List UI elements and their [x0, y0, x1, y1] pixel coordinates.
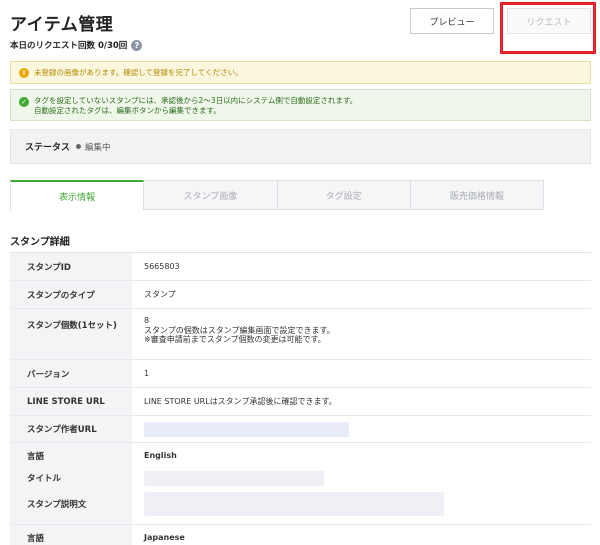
title-value: [144, 467, 591, 489]
sticker-id-value: 5665803: [144, 261, 180, 271]
table-row: スタンプのタイプ スタンプ: [10, 281, 591, 309]
info-notice-line2: 自動設定されたタグは、編集ボタンから編集できます。: [34, 106, 221, 115]
info-notice-text: タグを設定していないスタンプには、承認後から2〜3日以内にシステム側で自動設定さ…: [34, 96, 357, 116]
status-dot-icon: [76, 144, 82, 149]
table-row: バージョン 1: [10, 360, 591, 388]
status-value: 編集中: [85, 142, 111, 153]
sticker-count-note2: ※審査申請前までスタンプ個数の変更は可能です。: [144, 335, 326, 344]
table-row: 言語 Japanese: [10, 525, 591, 545]
check-circle-icon: ✓: [19, 97, 29, 107]
sticker-count-number: 8: [144, 316, 150, 325]
table-row: スタンプ個数(1セット) 8 スタンプの個数はスタンプ編集画面で設定できます。 …: [10, 309, 591, 360]
tab-bar: 表示情報 スタンプ画像 タグ設定 販売価格情報: [10, 180, 544, 210]
table-row: LINE STORE URL LINE STORE URLはスタンプ承認後に確認…: [10, 388, 591, 416]
lang-value-japanese: Japanese: [144, 532, 185, 542]
line-store-url-value: LINE STORE URLはスタンプ承認後に確認できます。: [144, 396, 337, 406]
page-title: アイテム管理: [10, 15, 114, 35]
status-label: ステータス: [25, 143, 71, 153]
row-label: スタンプ個数(1セット): [10, 309, 132, 359]
lang-label: 言語: [10, 525, 132, 545]
sticker-count-note1: スタンプの個数はスタンプ編集画面で設定できます。: [144, 325, 335, 335]
request-count: 本日のリクエスト回数 0/30回 ?: [10, 39, 143, 51]
tab-tag-settings[interactable]: タグ設定: [277, 180, 411, 210]
lang-value-english: English: [144, 451, 177, 461]
redacted-field: [144, 492, 444, 516]
warning-notice: ! 未登録の画像があります。確認して登録を完了してください。: [10, 61, 591, 84]
redacted-field: [144, 470, 324, 486]
redacted-field: [144, 421, 349, 437]
request-count-text: 本日のリクエスト回数 0/30回: [10, 41, 128, 51]
detail-table: スタンプID 5665803 スタンプのタイプ スタンプ スタンプ個数(1セット…: [10, 252, 591, 545]
title-label: タイトル: [27, 474, 62, 484]
preview-button[interactable]: プレビュー: [410, 8, 494, 34]
tab-sticker-images[interactable]: スタンプ画像: [144, 180, 278, 210]
question-circle-icon[interactable]: ?: [131, 39, 143, 51]
creator-url-value: [132, 416, 591, 442]
status-bar: ステータス 編集中: [10, 129, 591, 164]
table-row: 言語 タイトル スタンプ説明文 English: [10, 443, 591, 525]
row-label: LINE STORE URL: [10, 388, 132, 415]
description-label: スタンプ説明文: [27, 500, 87, 510]
english-labels: 言語 タイトル スタンプ説明文: [10, 443, 132, 524]
english-values: English: [132, 443, 591, 524]
tab-sales-price[interactable]: 販売価格情報: [410, 180, 544, 210]
warning-notice-text: 未登録の画像があります。確認して登録を完了してください。: [34, 67, 243, 77]
version-value: 1: [144, 368, 150, 378]
description-value: [144, 489, 591, 519]
table-row: スタンプID 5665803: [10, 253, 591, 281]
row-label: スタンプ作者URL: [10, 416, 132, 442]
info-notice-line1: タグを設定していないスタンプには、承認後から2〜3日以内にシステム側で自動設定さ…: [34, 96, 358, 105]
table-row: スタンプ作者URL: [10, 416, 591, 443]
row-label: バージョン: [10, 360, 132, 387]
section-title: スタンプ詳細: [10, 237, 70, 248]
highlight-annotation: [500, 2, 596, 54]
row-label: スタンプID: [10, 253, 132, 280]
info-notice: ✓ タグを設定していないスタンプには、承認後から2〜3日以内にシステム側で自動設…: [10, 89, 591, 121]
tab-display-info[interactable]: 表示情報: [10, 180, 145, 210]
lang-label: 言語: [27, 452, 45, 462]
exclamation-circle-icon: !: [19, 67, 29, 78]
row-label: スタンプのタイプ: [10, 281, 132, 308]
sticker-type-value: スタンプ: [144, 289, 176, 299]
sticker-count-value: 8 スタンプの個数はスタンプ編集画面で設定できます。 ※審査申請前までスタンプ個…: [132, 309, 591, 359]
